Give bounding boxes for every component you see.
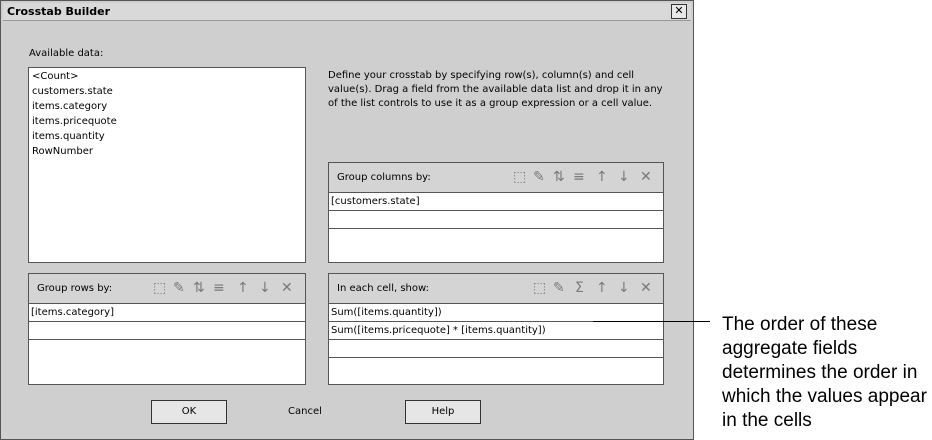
- move-down-icon[interactable]: ↓: [618, 279, 630, 297]
- list-item[interactable]: items.quantity: [29, 129, 305, 144]
- move-up-icon[interactable]: ↑: [596, 168, 608, 186]
- move-down-icon[interactable]: ↓: [259, 279, 271, 297]
- list-item[interactable]: [customers.state]: [329, 193, 663, 211]
- available-data-label: Available data:: [29, 48, 104, 59]
- list-item[interactable]: <Count>: [29, 69, 305, 84]
- edit-icon[interactable]: ✎: [173, 279, 185, 297]
- group-columns-header: Group columns by: ⬚ ✎ ⇅ ≡ ↑ ↓ ✕: [329, 163, 663, 193]
- instructions-text: Define your crosstab by specifying row(s…: [328, 70, 663, 109]
- cell-values-list[interactable]: Sum([items.quantity]) Sum([items.pricequ…: [329, 304, 663, 358]
- list-item[interactable]: [items.category]: [29, 304, 305, 322]
- cell-values-panel: In each cell, show: ⬚ ✎ Σ ↑ ↓ ✕ Sum([ite…: [328, 273, 664, 385]
- new-item-icon[interactable]: ⬚: [533, 279, 546, 297]
- move-up-icon[interactable]: ↑: [237, 279, 249, 297]
- callout-annotation: The order of these aggregate fields dete…: [722, 314, 927, 431]
- cell-values-label: In each cell, show:: [337, 283, 429, 294]
- cancel-button[interactable]: Cancel: [288, 406, 322, 417]
- available-data-list[interactable]: <Count> customers.state items.category item…: [28, 67, 306, 263]
- list-item[interactable]: items.pricequote: [29, 114, 305, 129]
- list-item[interactable]: [329, 211, 663, 229]
- ok-button[interactable]: OK: [151, 400, 227, 424]
- sort-icon[interactable]: ⇅: [553, 168, 565, 186]
- group-columns-panel: Group columns by: ⬚ ✎ ⇅ ≡ ↑ ↓ ✕ [custome…: [328, 162, 664, 263]
- list-item[interactable]: [29, 322, 305, 340]
- edit-icon[interactable]: ✎: [553, 279, 565, 297]
- list-item[interactable]: RowNumber: [29, 144, 305, 159]
- new-item-icon[interactable]: ⬚: [513, 168, 526, 186]
- list-item[interactable]: Sum([items.quantity]): [329, 304, 663, 322]
- close-button[interactable]: ✕: [671, 4, 687, 19]
- list-item[interactable]: [329, 340, 663, 358]
- list-item[interactable]: customers.state: [29, 84, 305, 99]
- move-up-icon[interactable]: ↑: [596, 279, 608, 297]
- delete-icon[interactable]: ✕: [640, 279, 652, 297]
- group-rows-panel: Group rows by: ⬚ ✎ ⇅ ≡ ↑ ↓ ✕ [items.cate…: [28, 273, 306, 385]
- move-down-icon[interactable]: ↓: [618, 168, 630, 186]
- title-bar: Crosstab Builder ✕: [3, 3, 691, 21]
- group-columns-label: Group columns by:: [337, 172, 431, 183]
- edit-icon[interactable]: ✎: [533, 168, 545, 186]
- sum-icon[interactable]: Σ: [575, 279, 584, 297]
- callout-line: [593, 321, 710, 322]
- group-columns-list[interactable]: [customers.state]: [329, 193, 663, 229]
- align-icon[interactable]: ≡: [213, 279, 225, 297]
- sort-icon[interactable]: ⇅: [193, 279, 205, 297]
- group-rows-label: Group rows by:: [37, 283, 113, 294]
- list-item[interactable]: Sum([items.pricequote] * [items.quantity…: [329, 322, 663, 340]
- crosstab-builder-dialog: Crosstab Builder ✕ Available data: <Coun…: [0, 0, 694, 440]
- dialog-title: Crosstab Builder: [7, 5, 111, 18]
- group-rows-header: Group rows by: ⬚ ✎ ⇅ ≡ ↑ ↓ ✕: [29, 274, 305, 304]
- align-icon[interactable]: ≡: [573, 168, 585, 186]
- list-item[interactable]: items.category: [29, 99, 305, 114]
- help-button[interactable]: Help: [405, 400, 481, 424]
- delete-icon[interactable]: ✕: [281, 279, 293, 297]
- cell-values-header: In each cell, show: ⬚ ✎ Σ ↑ ↓ ✕: [329, 274, 663, 304]
- group-rows-list[interactable]: [items.category]: [29, 304, 305, 340]
- delete-icon[interactable]: ✕: [640, 168, 652, 186]
- new-item-icon[interactable]: ⬚: [153, 279, 166, 297]
